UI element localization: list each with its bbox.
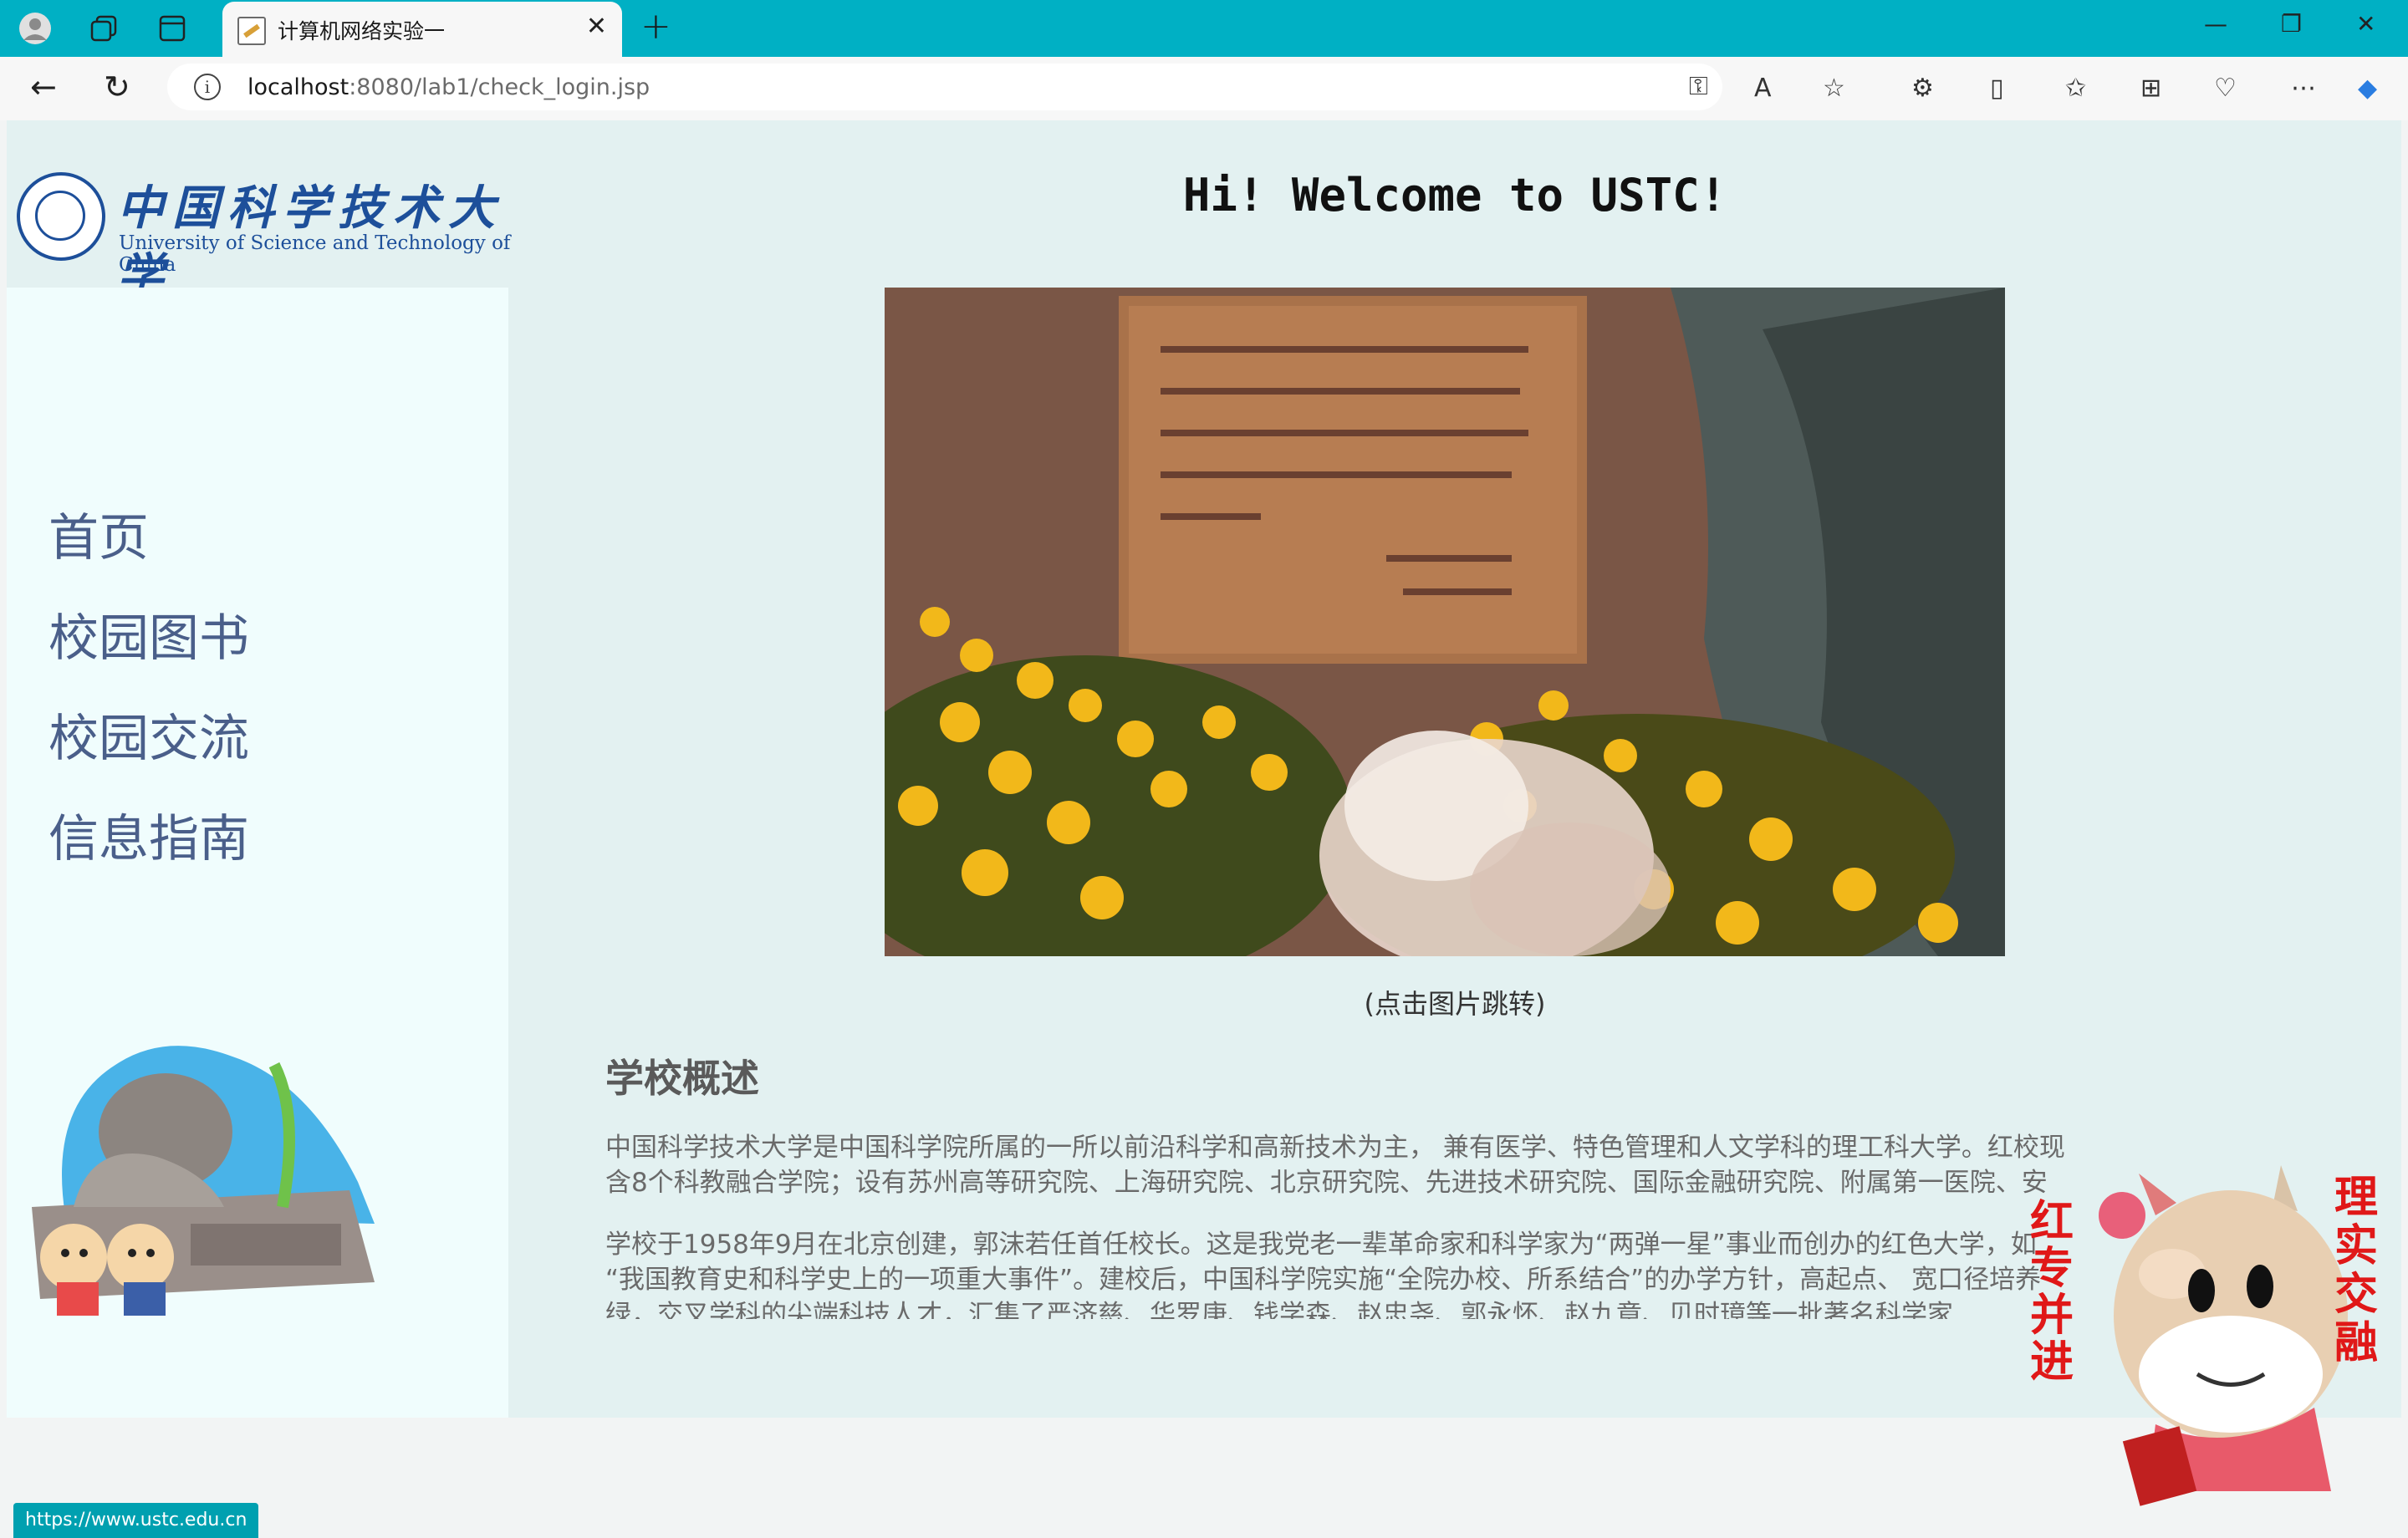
p1-line-1: 中国科学技术大学是中国科学院所属的一所以前沿科学和高新技术为主， 兼有医学、特色… [605,1133,2065,1163]
welcome-heading: Hi! Welcome to USTC! [1182,169,1727,222]
tab-close-icon[interactable]: ✕ [586,12,607,41]
read-aloud-icon[interactable]: A [1754,74,1772,103]
p2-line-2: “我国教育史和科学史上的一项重大事件”。建校后，中国科学院实施“全院办校、所系结… [605,1265,2042,1295]
profile-icon[interactable] [18,12,52,45]
reload-icon[interactable]: ↻ [104,69,130,105]
workspaces-icon[interactable] [87,12,120,45]
tab-favicon-icon [237,17,266,45]
menu-item-guide[interactable]: 信息指南 [48,789,249,889]
favorite-star-icon[interactable]: ☆ [1823,74,1845,103]
banner-right-text: 理实交融 [2334,1173,2379,1368]
overview-paragraph-2: 学校于1958年9月在北京创建，郭沫若任首任校长。这是我党老一辈革命家和科学家为… [605,1227,2244,1319]
sidebar-menu: 首页 校园图书 校园交流 信息指南 [48,488,249,889]
key-icon[interactable]: ⚿ [1689,72,1708,101]
cow-mascot-sticker: 红专并进 理实交融 [2030,1157,2381,1511]
p2-line-3: 绿，交叉学科的尖端科技人才，汇集了严济慈、华罗庚、钱学森、赵忠尧、郭永怀、赵九章… [605,1300,1953,1319]
split-screen-icon[interactable]: ▯ [1990,74,2004,103]
p2-line-1: 学校于1958年9月在北京创建，郭沫若任首任校长。这是我党老一辈革命家和科学家为… [605,1230,2037,1260]
new-tab-icon[interactable]: + [640,5,671,48]
minimize-icon[interactable]: — [2204,10,2227,38]
tab-title: 计算机网络实验一 [278,19,446,43]
favorites-icon[interactable]: ✩ [2065,74,2086,103]
copilot-icon[interactable]: ◆ [2358,74,2377,103]
ustc-logo[interactable]: 中国科学技术大学 University of Science and Techn… [13,171,515,303]
status-bar-url: https://www.ustc.edu.cn [13,1503,259,1538]
window-close-icon[interactable]: ✕ [2356,10,2375,38]
site-info-icon[interactable]: i [194,74,221,100]
banner-left-text: 红专并进 [2030,1197,2074,1388]
menu-item-exchange[interactable]: 校园交流 [48,689,249,789]
photo-caption: (点击图片跳转) [1364,988,1546,1020]
ox-mascot-illustration [23,1015,391,1319]
menu-item-library[interactable]: 校园图书 [48,588,249,689]
url-text[interactable]: localhost:8080/lab1/check_login.jsp [247,74,650,100]
restore-icon[interactable]: ❐ [2281,10,2302,38]
extensions-icon[interactable]: ⚙ [1911,74,1934,103]
campus-photo-link[interactable] [885,288,2005,956]
p1-line-2: 含8个科教融合学院；设有苏州高等研究院、上海研究院、北京研究院、先进技术研究院、… [605,1168,2048,1198]
tab-actions-icon[interactable] [156,12,189,45]
ustc-seal-icon [17,172,105,261]
browser-tab[interactable]: 计算机网络实验一 ✕ [222,2,622,57]
overview-paragraph-1: 中国科学技术大学是中国科学院所属的一所以前沿科学和高新技术为主， 兼有医学、特色… [605,1130,2244,1200]
section-title: 学校概述 [605,1056,759,1101]
browser-essentials-icon[interactable]: ♡ [2214,74,2237,103]
address-bar[interactable]: i localhost:8080/lab1/check_login.jsp ⚿ [167,64,1722,110]
address-bar-row: ← ↻ i localhost:8080/lab1/check_login.js… [0,57,2408,120]
collections-icon[interactable]: ⊞ [2140,74,2161,103]
sidebar: 首页 校园图书 校园交流 信息指南 [7,288,508,1418]
logo-english-name: University of Science and Technology of … [119,232,511,276]
more-menu-icon[interactable]: ⋯ [2291,74,2316,103]
web-page: 中国科学技术大学 University of Science and Techn… [7,120,2401,1538]
menu-item-home[interactable]: 首页 [48,488,249,588]
back-icon[interactable]: ← [30,69,57,105]
browser-title-bar: 计算机网络实验一 ✕ + — ❐ ✕ [0,0,2408,57]
